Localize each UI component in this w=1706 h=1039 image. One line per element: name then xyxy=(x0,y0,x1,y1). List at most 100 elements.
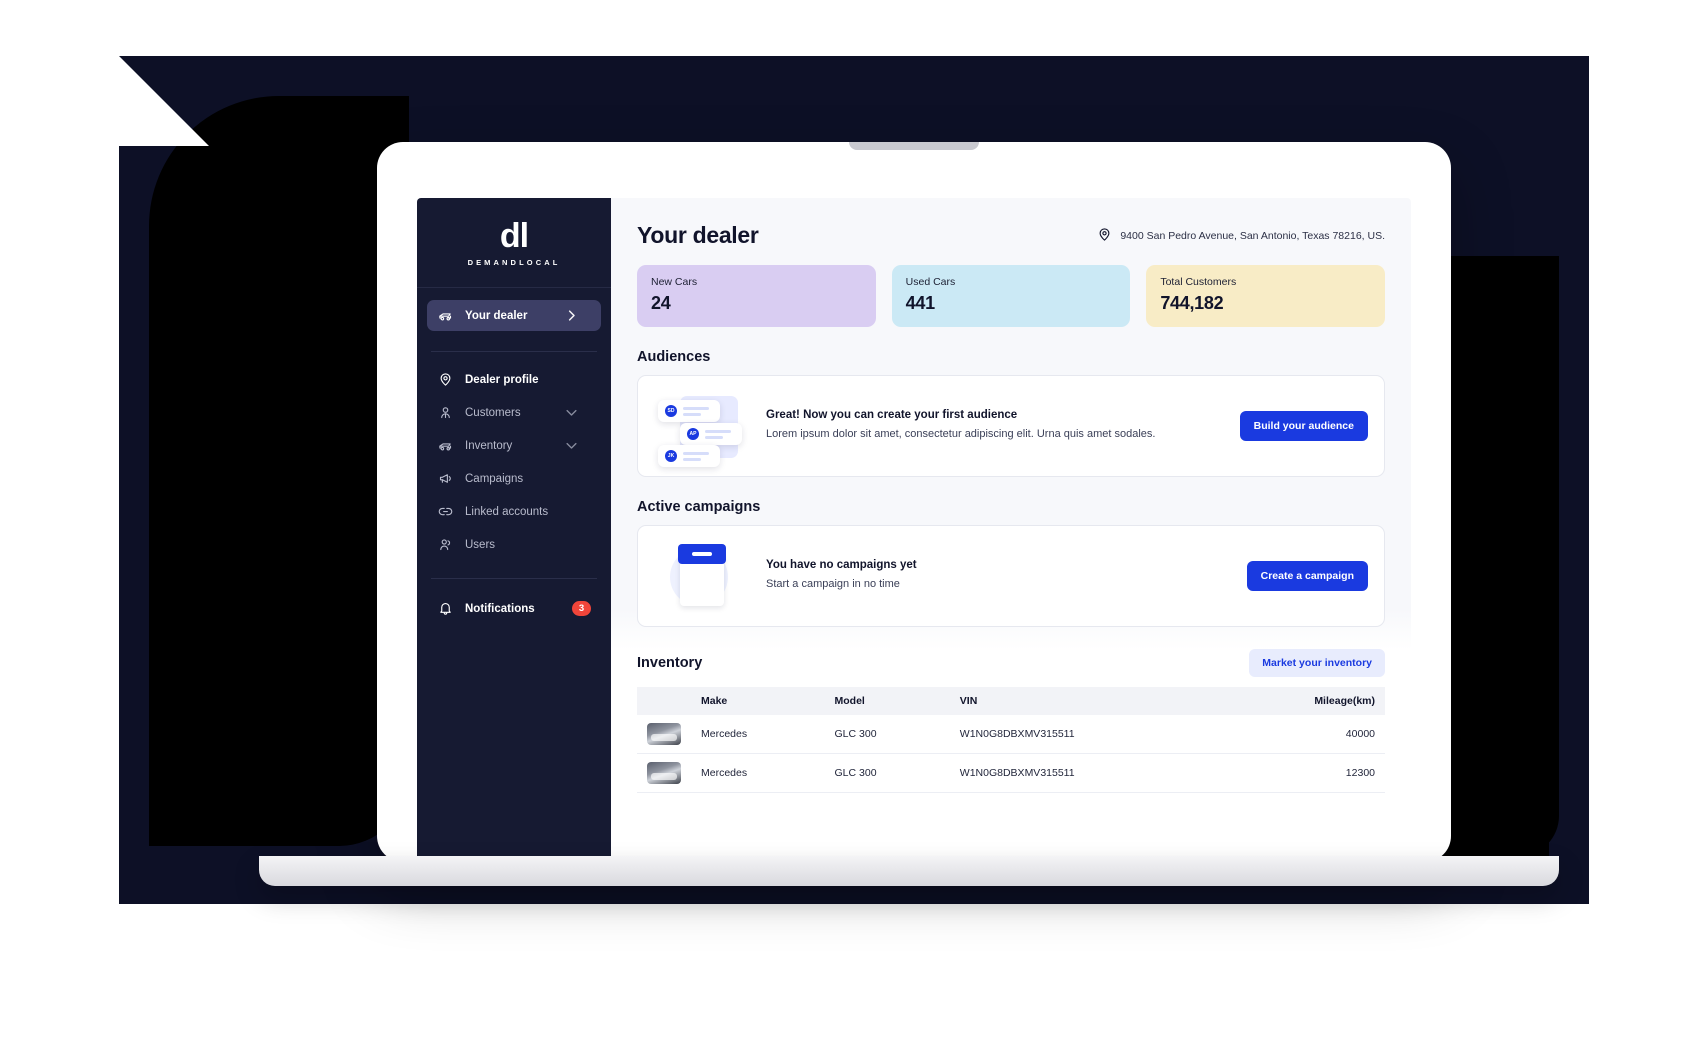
column-header-mileage: Mileage(km) xyxy=(1222,687,1385,715)
sidebar-item-label: Notifications xyxy=(465,602,535,615)
campaigns-text: You have no campaigns yet Start a campai… xyxy=(754,559,1247,593)
cell-make: Mercedes xyxy=(691,715,825,754)
placeholder-lines xyxy=(683,406,709,416)
cell-mileage: 12300 xyxy=(1222,753,1385,793)
chevron-down-icon xyxy=(563,437,580,454)
laptop-screen: dl DEMANDLOCAL Your dealer Dealer profil… xyxy=(377,142,1451,862)
car-photo xyxy=(637,715,691,754)
audiences-card-description: Lorem ipsum dolor sit amet, consectetur … xyxy=(766,428,1156,441)
avatar: SD xyxy=(665,405,677,417)
market-inventory-button[interactable]: Market your inventory xyxy=(1249,649,1385,677)
campaigns-illustration-header xyxy=(678,544,726,564)
campaigns-title: Active campaigns xyxy=(637,499,761,515)
column-header-make: Make xyxy=(691,687,825,715)
stat-value: 744,182 xyxy=(1160,293,1224,313)
inventory-title: Inventory xyxy=(637,655,703,671)
chevron-right-icon xyxy=(563,307,580,324)
sidebar-item-dealer-profile[interactable]: Dealer profile xyxy=(427,364,601,395)
audiences-illustration: SD AP JK xyxy=(654,390,754,467)
decorative-corner-triangle xyxy=(119,56,209,146)
sidebar-item-users[interactable]: Users xyxy=(427,529,601,560)
sidebar-item-label: Users xyxy=(465,538,496,551)
car-icon xyxy=(437,437,454,454)
sidebar-item-label: Inventory xyxy=(465,439,513,452)
cell-mileage: 40000 xyxy=(1222,715,1385,754)
link-icon xyxy=(437,503,454,520)
sidebar-item-linked-accounts[interactable]: Linked accounts xyxy=(427,496,601,527)
brand-wordmark: DEMANDLOCAL xyxy=(467,257,561,267)
column-header-vin: VIN xyxy=(949,687,1223,715)
sidebar: dl DEMANDLOCAL Your dealer Dealer profil… xyxy=(417,198,611,862)
sidebar-item-your-dealer[interactable]: Your dealer xyxy=(427,300,601,331)
avatar: JK xyxy=(665,450,677,462)
placeholder-lines xyxy=(683,451,709,461)
sidebar-item-campaigns[interactable]: Campaigns xyxy=(427,463,601,494)
sidebar-item-notifications[interactable]: Notifications 3 xyxy=(427,593,601,624)
nav-primary: Your dealer xyxy=(417,288,611,345)
stat-label: Used Cars xyxy=(905,276,956,288)
page-title: Your dealer xyxy=(637,222,759,248)
app-window: dl DEMANDLOCAL Your dealer Dealer profil… xyxy=(417,198,1411,862)
laptop-notch xyxy=(849,142,979,150)
audience-mini-card: AP xyxy=(680,423,742,445)
campaigns-empty-card: You have no campaigns yet Start a campai… xyxy=(637,525,1385,627)
avatar: AP xyxy=(687,428,699,440)
audiences-text: Great! Now you can create your first aud… xyxy=(754,409,1240,443)
cell-vin: W1N0G8DBXMV315511 xyxy=(949,715,1223,754)
laptop-base xyxy=(259,856,1559,886)
notifications-badge: 3 xyxy=(572,601,591,616)
cell-model: GLC 300 xyxy=(824,753,950,793)
sidebar-item-label: Campaigns xyxy=(465,472,524,485)
brand-mark: dl xyxy=(499,216,529,255)
column-header-model: Model xyxy=(824,687,950,715)
campaigns-illustration xyxy=(654,540,754,612)
table-row[interactable]: Mercedes GLC 300 W1N0G8DBXMV315511 12300 xyxy=(637,753,1385,793)
table-row[interactable]: Mercedes GLC 300 W1N0G8DBXMV315511 40000 xyxy=(637,715,1385,754)
sidebar-item-inventory[interactable]: Inventory xyxy=(427,430,601,461)
sidebar-item-label: Dealer profile xyxy=(465,373,539,386)
audiences-empty-card: SD AP JK Great! Now you can create your … xyxy=(637,375,1385,477)
stat-label: Total Customers xyxy=(1160,276,1237,288)
audience-mini-card: SD xyxy=(658,400,720,422)
stat-card-used-cars: Used Cars 441 xyxy=(891,265,1131,327)
inventory-section-header: Inventory Market your inventory xyxy=(637,649,1385,677)
sidebar-item-customers[interactable]: Customers xyxy=(427,397,601,428)
page-header: Your dealer 9400 San Pedro Avenue, San A… xyxy=(637,222,1385,249)
column-header-thumb xyxy=(637,687,691,715)
inventory-table: Make Model VIN Mileage(km) Mercedes GLC … xyxy=(637,687,1385,793)
create-campaign-button[interactable]: Create a campaign xyxy=(1246,561,1368,591)
nav-bottom: Notifications 3 xyxy=(417,585,611,634)
sidebar-item-label: Customers xyxy=(465,406,521,419)
users-icon xyxy=(437,536,454,553)
stat-cards: New Cars 24 Used Cars 441 Total Customer… xyxy=(637,265,1386,327)
stat-value: 24 xyxy=(651,293,671,313)
dealer-address-text: 9400 San Pedro Avenue, San Antonio, Texa… xyxy=(1120,229,1385,242)
campaigns-card-description: Start a campaign in no time xyxy=(766,578,900,591)
user-icon xyxy=(437,404,454,421)
audiences-section-header: Audiences xyxy=(637,349,1385,365)
sidebar-divider-bottom xyxy=(431,578,597,579)
decorative-shape-left xyxy=(149,96,409,846)
car-photo xyxy=(637,753,691,793)
artboard-background: dl DEMANDLOCAL Your dealer Dealer profil… xyxy=(119,56,1589,904)
stat-card-new-cars: New Cars 24 xyxy=(637,265,876,327)
audience-mini-card: JK xyxy=(658,445,720,467)
stat-value: 441 xyxy=(905,293,935,313)
location-pin-icon xyxy=(1097,227,1112,245)
dealer-address: 9400 San Pedro Avenue, San Antonio, Texa… xyxy=(1097,227,1385,245)
stat-label: New Cars xyxy=(651,276,698,288)
sidebar-item-label: Linked accounts xyxy=(465,505,549,518)
table-header-row: Make Model VIN Mileage(km) xyxy=(637,687,1385,715)
build-audience-button[interactable]: Build your audience xyxy=(1239,411,1368,441)
cell-model: GLC 300 xyxy=(824,715,950,754)
location-pin-icon xyxy=(437,371,454,388)
cell-vin: W1N0G8DBXMV315511 xyxy=(949,753,1223,793)
cell-make: Mercedes xyxy=(691,753,825,793)
sidebar-item-label: Your dealer xyxy=(465,309,528,322)
stat-card-total-customers: Total Customers 744,182 xyxy=(1146,265,1386,327)
megaphone-icon xyxy=(437,470,454,487)
car-icon xyxy=(437,307,454,324)
nav-secondary: Dealer profile Customers Inventory Campa… xyxy=(417,358,611,572)
audiences-title: Audiences xyxy=(637,349,711,365)
main-content: Your dealer 9400 San Pedro Avenue, San A… xyxy=(611,198,1411,862)
